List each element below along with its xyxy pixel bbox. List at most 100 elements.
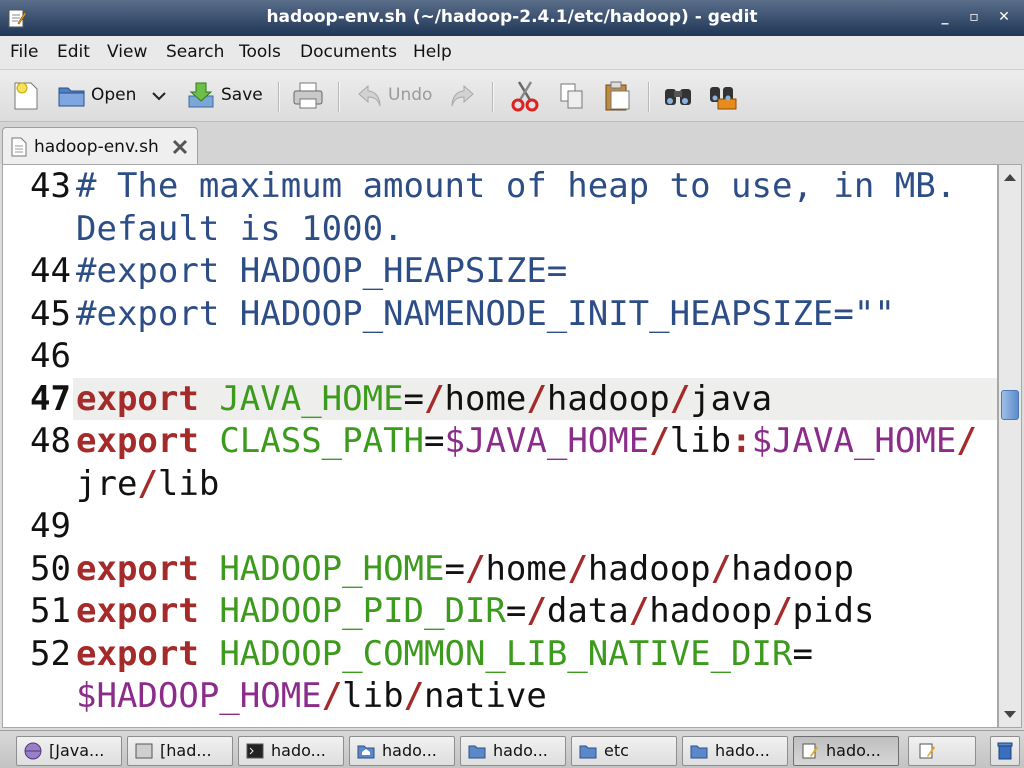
minimize-button[interactable]: _	[934, 6, 956, 28]
menu-edit[interactable]: Edit	[57, 42, 90, 62]
tab-hadoop-env[interactable]: hadoop-env.sh	[2, 127, 198, 165]
slash: /	[710, 549, 732, 589]
path-segment: hadoop	[731, 549, 854, 589]
equals: =	[424, 421, 445, 461]
close-window-button[interactable]: ✕	[993, 6, 1015, 28]
clipboard-icon	[605, 81, 630, 111]
line-number: 44	[30, 251, 71, 291]
text-editor-icon	[802, 743, 818, 759]
path-segment: hadoop	[649, 591, 773, 631]
keyword-export: export	[76, 634, 199, 674]
folder-icon	[690, 745, 708, 759]
globe-icon	[24, 742, 42, 760]
workspace-switcher[interactable]	[908, 736, 976, 766]
menu-search[interactable]: Search	[166, 42, 224, 62]
scroll-down-icon[interactable]	[1001, 705, 1019, 723]
taskbar-item[interactable]: etc	[571, 736, 677, 766]
code-line: # The maximum amount of heap to use, in …	[76, 166, 957, 206]
code-line: export HADOOP_HOME=/home/hadoop/hadoop	[76, 548, 854, 590]
slash: /	[137, 464, 158, 504]
slash: /	[956, 421, 977, 461]
open-button[interactable]: Open	[55, 78, 173, 114]
gedit-window: hadoop-env.sh (~/hadoop-2.4.1/etc/hadoop…	[0, 0, 1024, 768]
line-number: 48	[30, 421, 71, 461]
taskbar-item[interactable]: hado...	[238, 736, 344, 766]
code-line-wrap: jre/lib	[76, 463, 219, 505]
var-hadoop-common-lib-native-dir: HADOOP_COMMON_LIB_NATIVE_DIR	[219, 634, 793, 674]
code-line-wrap: $HADOOP_HOME/lib/native	[76, 675, 547, 717]
redo-button[interactable]	[446, 78, 478, 114]
slash: /	[669, 379, 691, 419]
taskbar-item[interactable]: [Java...	[16, 736, 122, 766]
tab-strip: hadoop-env.sh	[0, 122, 1024, 165]
redo-arrow-icon	[451, 84, 474, 107]
menu-view[interactable]: View	[107, 42, 147, 62]
trash-button[interactable]	[990, 736, 1020, 766]
line-number: 52	[30, 634, 71, 674]
code-line: export HADOOP_COMMON_LIB_NATIVE_DIR=	[76, 633, 813, 675]
cut-button[interactable]	[508, 78, 544, 114]
taskbar-item[interactable]: hado...	[460, 736, 566, 766]
toolbar-separator	[278, 82, 280, 112]
menu-tools[interactable]: Tools	[239, 42, 281, 62]
close-tab-icon[interactable]	[171, 138, 189, 156]
colon: :	[731, 421, 752, 461]
printer-icon	[293, 82, 323, 109]
taskbar-item[interactable]: [had...	[127, 736, 233, 766]
print-button[interactable]	[290, 78, 326, 114]
vertical-scrollbar[interactable]	[998, 164, 1022, 728]
taskbar-item-active[interactable]: hado...	[793, 736, 899, 766]
slash: /	[526, 591, 547, 631]
slash: /	[567, 549, 588, 589]
chevron-down-icon[interactable]	[152, 92, 166, 102]
find-replace-button[interactable]	[706, 78, 742, 114]
save-button[interactable]: Save	[184, 78, 268, 114]
new-document-button[interactable]	[8, 78, 44, 114]
path-segment: lib	[669, 421, 732, 461]
var-java-home: JAVA_HOME	[219, 379, 404, 419]
binoculars-icon	[665, 89, 691, 105]
path-segment: jre	[76, 464, 138, 504]
save-download-icon	[188, 82, 214, 108]
undo-arrow-icon	[358, 84, 381, 107]
text-editor[interactable]: 43 44 45 46 47 48 49 50 51 52 # The maxi…	[2, 164, 998, 728]
home-folder-icon	[357, 745, 375, 759]
slash: /	[321, 676, 343, 716]
equals: =	[792, 634, 813, 674]
line-number: 45	[30, 294, 71, 334]
keyword-export: export	[76, 591, 199, 631]
keyword-export: export	[76, 379, 199, 419]
taskbar-item[interactable]: hado...	[349, 736, 455, 766]
find-button[interactable]	[660, 78, 696, 114]
undo-label: Undo	[388, 85, 433, 105]
scrollbar-thumb[interactable]	[1001, 390, 1019, 420]
keyword-export: export	[76, 549, 199, 589]
dollar-java-home: $JAVA_HOME	[751, 421, 957, 461]
taskbar-label: hado...	[826, 741, 881, 760]
copy-icon	[560, 83, 583, 109]
code-line: export CLASS_PATH=$JAVA_HOME/lib:$JAVA_H…	[76, 420, 977, 462]
taskbar-item[interactable]: hado...	[682, 736, 788, 766]
scissors-icon	[511, 81, 539, 112]
scroll-up-icon[interactable]	[1001, 169, 1019, 187]
var-class-path: CLASS_PATH	[219, 421, 425, 461]
folder-icon	[579, 745, 597, 759]
menu-file[interactable]: File	[10, 42, 38, 62]
line-number: 49	[30, 506, 71, 546]
line-number: 47	[30, 379, 71, 419]
save-label: Save	[221, 85, 263, 105]
menu-help[interactable]: Help	[413, 42, 452, 62]
dollar-hadoop-home: $HADOOP_HOME	[76, 676, 322, 716]
undo-button[interactable]: Undo	[352, 78, 438, 114]
slash: /	[526, 379, 547, 419]
maximize-button[interactable]: ▫	[963, 6, 985, 28]
folder-icon	[468, 745, 486, 759]
taskbar-label: hado...	[715, 741, 770, 760]
line-number: 51	[30, 591, 71, 631]
dollar-java-home: $JAVA_HOME	[444, 421, 650, 461]
paste-button[interactable]	[600, 78, 636, 114]
taskbar-label: hado...	[493, 741, 548, 760]
menu-documents[interactable]: Documents	[300, 42, 397, 62]
copy-button[interactable]	[556, 78, 588, 114]
path-segment: home	[485, 549, 568, 589]
